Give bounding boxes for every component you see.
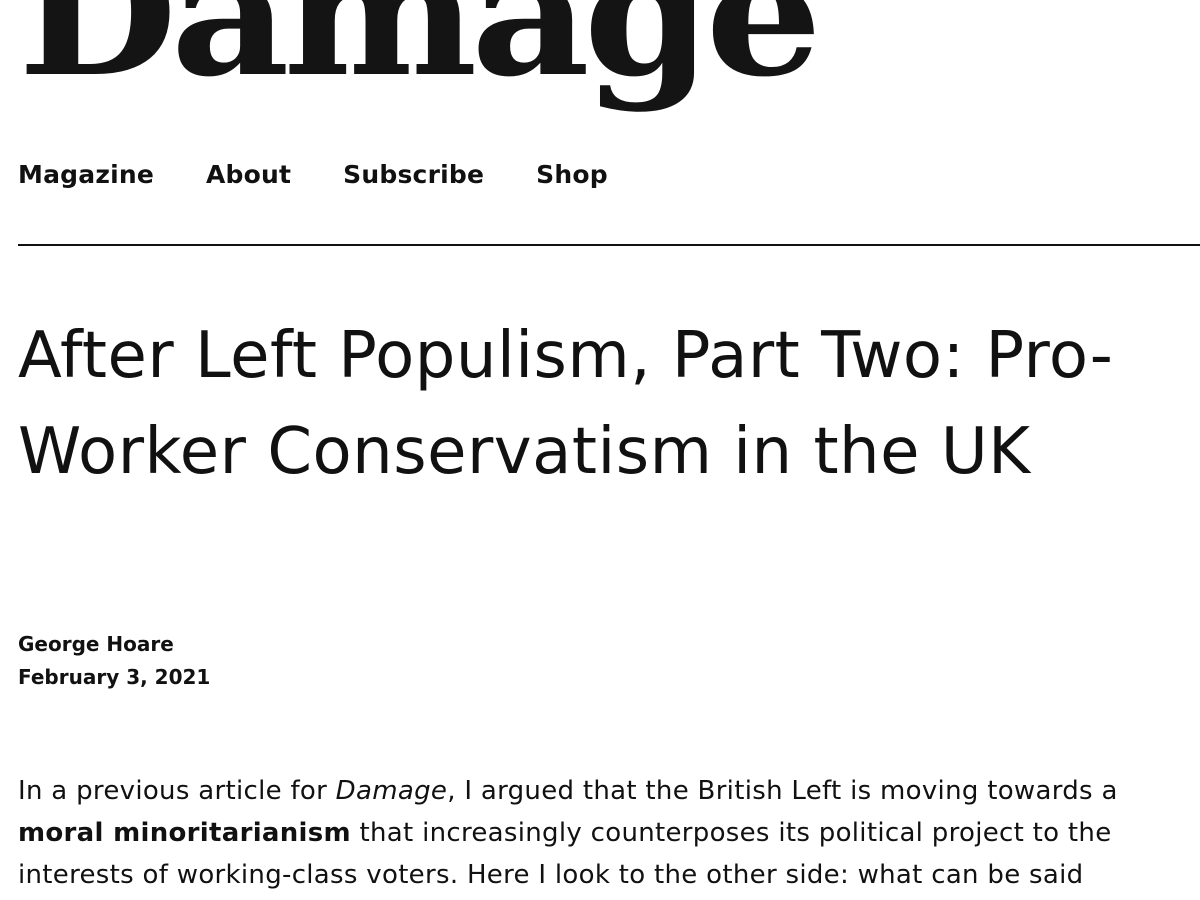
- article-title: After Left Populism, Part Two: Pro-Worke…: [18, 319, 1114, 489]
- article-date: February 3, 2021: [18, 665, 211, 689]
- site-logo-text: Damage: [18, 0, 822, 115]
- nav-item-about[interactable]: About: [206, 160, 291, 189]
- header-divider: [18, 244, 1200, 246]
- article-text-segment: , I argued that the British Left is movi…: [447, 776, 1118, 806]
- article-bold-term: moral minoritarianism: [18, 818, 351, 848]
- nav-item-subscribe[interactable]: Subscribe: [343, 160, 484, 189]
- site-logo[interactable]: Damage: [18, 0, 822, 120]
- article-text-segment: In a previous article for: [18, 776, 336, 806]
- article-paragraph: In a previous article for Damage, I argu…: [18, 770, 1188, 896]
- article-byline: George Hoare February 3, 2021: [18, 628, 210, 694]
- main-nav: Magazine About Subscribe Shop: [18, 160, 608, 189]
- article-author[interactable]: George Hoare: [18, 628, 210, 661]
- nav-item-magazine[interactable]: Magazine: [18, 160, 154, 189]
- publication-name: Damage: [335, 776, 448, 806]
- nav-item-shop[interactable]: Shop: [536, 160, 608, 189]
